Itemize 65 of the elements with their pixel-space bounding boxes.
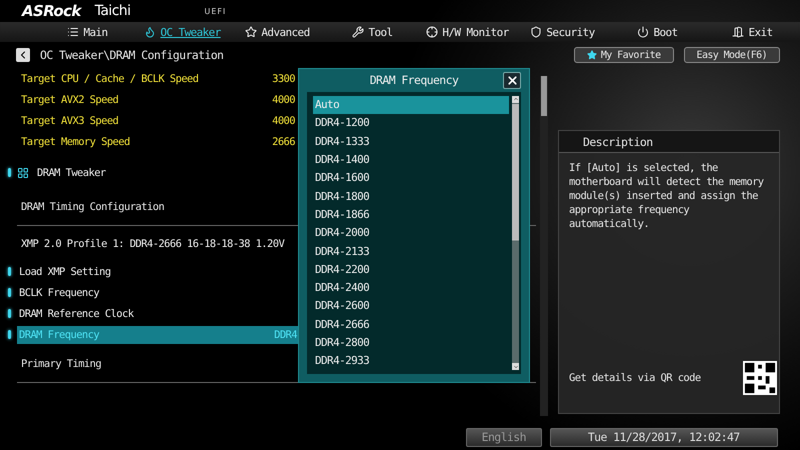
- close-button[interactable]: [503, 72, 521, 89]
- setting-label: Target CPU / Cache / BCLK Speed: [21, 72, 198, 84]
- shortcut-button[interactable]: Easy Mode(F6): [684, 47, 780, 63]
- setting-label: Target Memory Speed: [21, 136, 130, 148]
- frequency-option[interactable]: DDR4-2400: [313, 278, 509, 297]
- nav-tab[interactable]: H/W Monitor: [420, 26, 515, 38]
- firmware-label: UEFI: [204, 6, 226, 16]
- frequency-option[interactable]: DDR4-1333: [313, 132, 509, 150]
- tab-icon: [637, 26, 650, 38]
- indicator-icon: [8, 168, 11, 177]
- section-heading: Primary Timing: [20, 358, 102, 370]
- tab-icon: [245, 26, 258, 38]
- nav-tab[interactable]: Security: [515, 26, 610, 38]
- frequency-option[interactable]: DDR4-2600: [313, 296, 509, 316]
- setting-value: DDR4: [274, 328, 297, 340]
- tab-icon: [352, 26, 364, 38]
- language-button[interactable]: English: [466, 428, 542, 446]
- setting-value: 4000: [272, 94, 295, 106]
- brand-logo: ASRock: [22, 2, 81, 20]
- setting-value: 3300: [272, 72, 295, 84]
- indicator-icon: [8, 309, 11, 318]
- nav-tab[interactable]: Main: [40, 26, 135, 38]
- nav-tab[interactable]: Advanced: [230, 26, 325, 38]
- list-scrollbar[interactable]: [512, 96, 519, 370]
- frequency-option[interactable]: DDR4-2933: [313, 352, 509, 370]
- dialog-title: DRAM Frequency: [370, 73, 458, 88]
- back-button[interactable]: [16, 48, 30, 62]
- nav-tab[interactable]: OC Tweaker: [135, 26, 230, 38]
- nav-tab[interactable]: Boot: [610, 26, 705, 38]
- scrollbar[interactable]: [540, 76, 548, 416]
- frequency-option[interactable]: DDR4-2000: [313, 224, 509, 242]
- model-name: Taichi: [94, 3, 130, 19]
- setting-label: Target AVX3 Speed: [21, 114, 118, 126]
- section-heading: DRAM Timing Configuration: [20, 201, 164, 213]
- setting-label: Target AVX2 Speed: [21, 94, 118, 106]
- indicator-icon: [8, 267, 11, 276]
- indicator-icon: [8, 288, 11, 297]
- nav-tab[interactable]: Tool: [325, 26, 420, 38]
- frequency-option[interactable]: DDR4-1800: [313, 187, 509, 206]
- panel-title: Description: [583, 134, 653, 148]
- date-time: Tue 11/28/2017, 12:02:47: [550, 428, 778, 446]
- profile-info: XMP 2.0 Profile 1: DDR4-2666 16-18-18-38 1.20V: [20, 236, 284, 252]
- shortcut-button[interactable]: My Favorite: [574, 47, 674, 63]
- indicator-icon: [8, 330, 11, 339]
- frequency-option[interactable]: DDR4-1600: [313, 168, 509, 188]
- qr-code-icon: [743, 361, 777, 395]
- tab-icon: [426, 26, 438, 38]
- tab-icon: [732, 26, 744, 38]
- frequency-option[interactable]: DDR4-1200: [313, 114, 509, 132]
- setting-value: 2666: [272, 136, 295, 148]
- nav-tab[interactable]: Exit: [705, 26, 800, 38]
- submenu-link[interactable]: DRAM Tweaker: [35, 164, 106, 182]
- breadcrumb: OC Tweaker\DRAM Configuration: [40, 48, 224, 62]
- frequency-option[interactable]: DDR4-1866: [313, 205, 509, 224]
- frequency-option[interactable]: DDR4-1400: [313, 150, 509, 169]
- setting-value: 4000: [272, 114, 295, 126]
- close-icon: [506, 74, 518, 87]
- frequency-option[interactable]: DDR4-2133: [313, 242, 509, 260]
- tab-icon: [530, 26, 542, 38]
- tab-icon: [144, 26, 156, 38]
- star-icon: [586, 50, 597, 60]
- frequency-option[interactable]: DDR4-2200: [313, 260, 509, 279]
- qr-caption: Get details via QR code: [569, 372, 701, 384]
- description-text: If [Auto] is selected, the motherboard will detect the memory module(s) inserted and assign the appropriate frequency automatically.: [568, 161, 765, 232]
- memory-icon: [17, 166, 29, 178]
